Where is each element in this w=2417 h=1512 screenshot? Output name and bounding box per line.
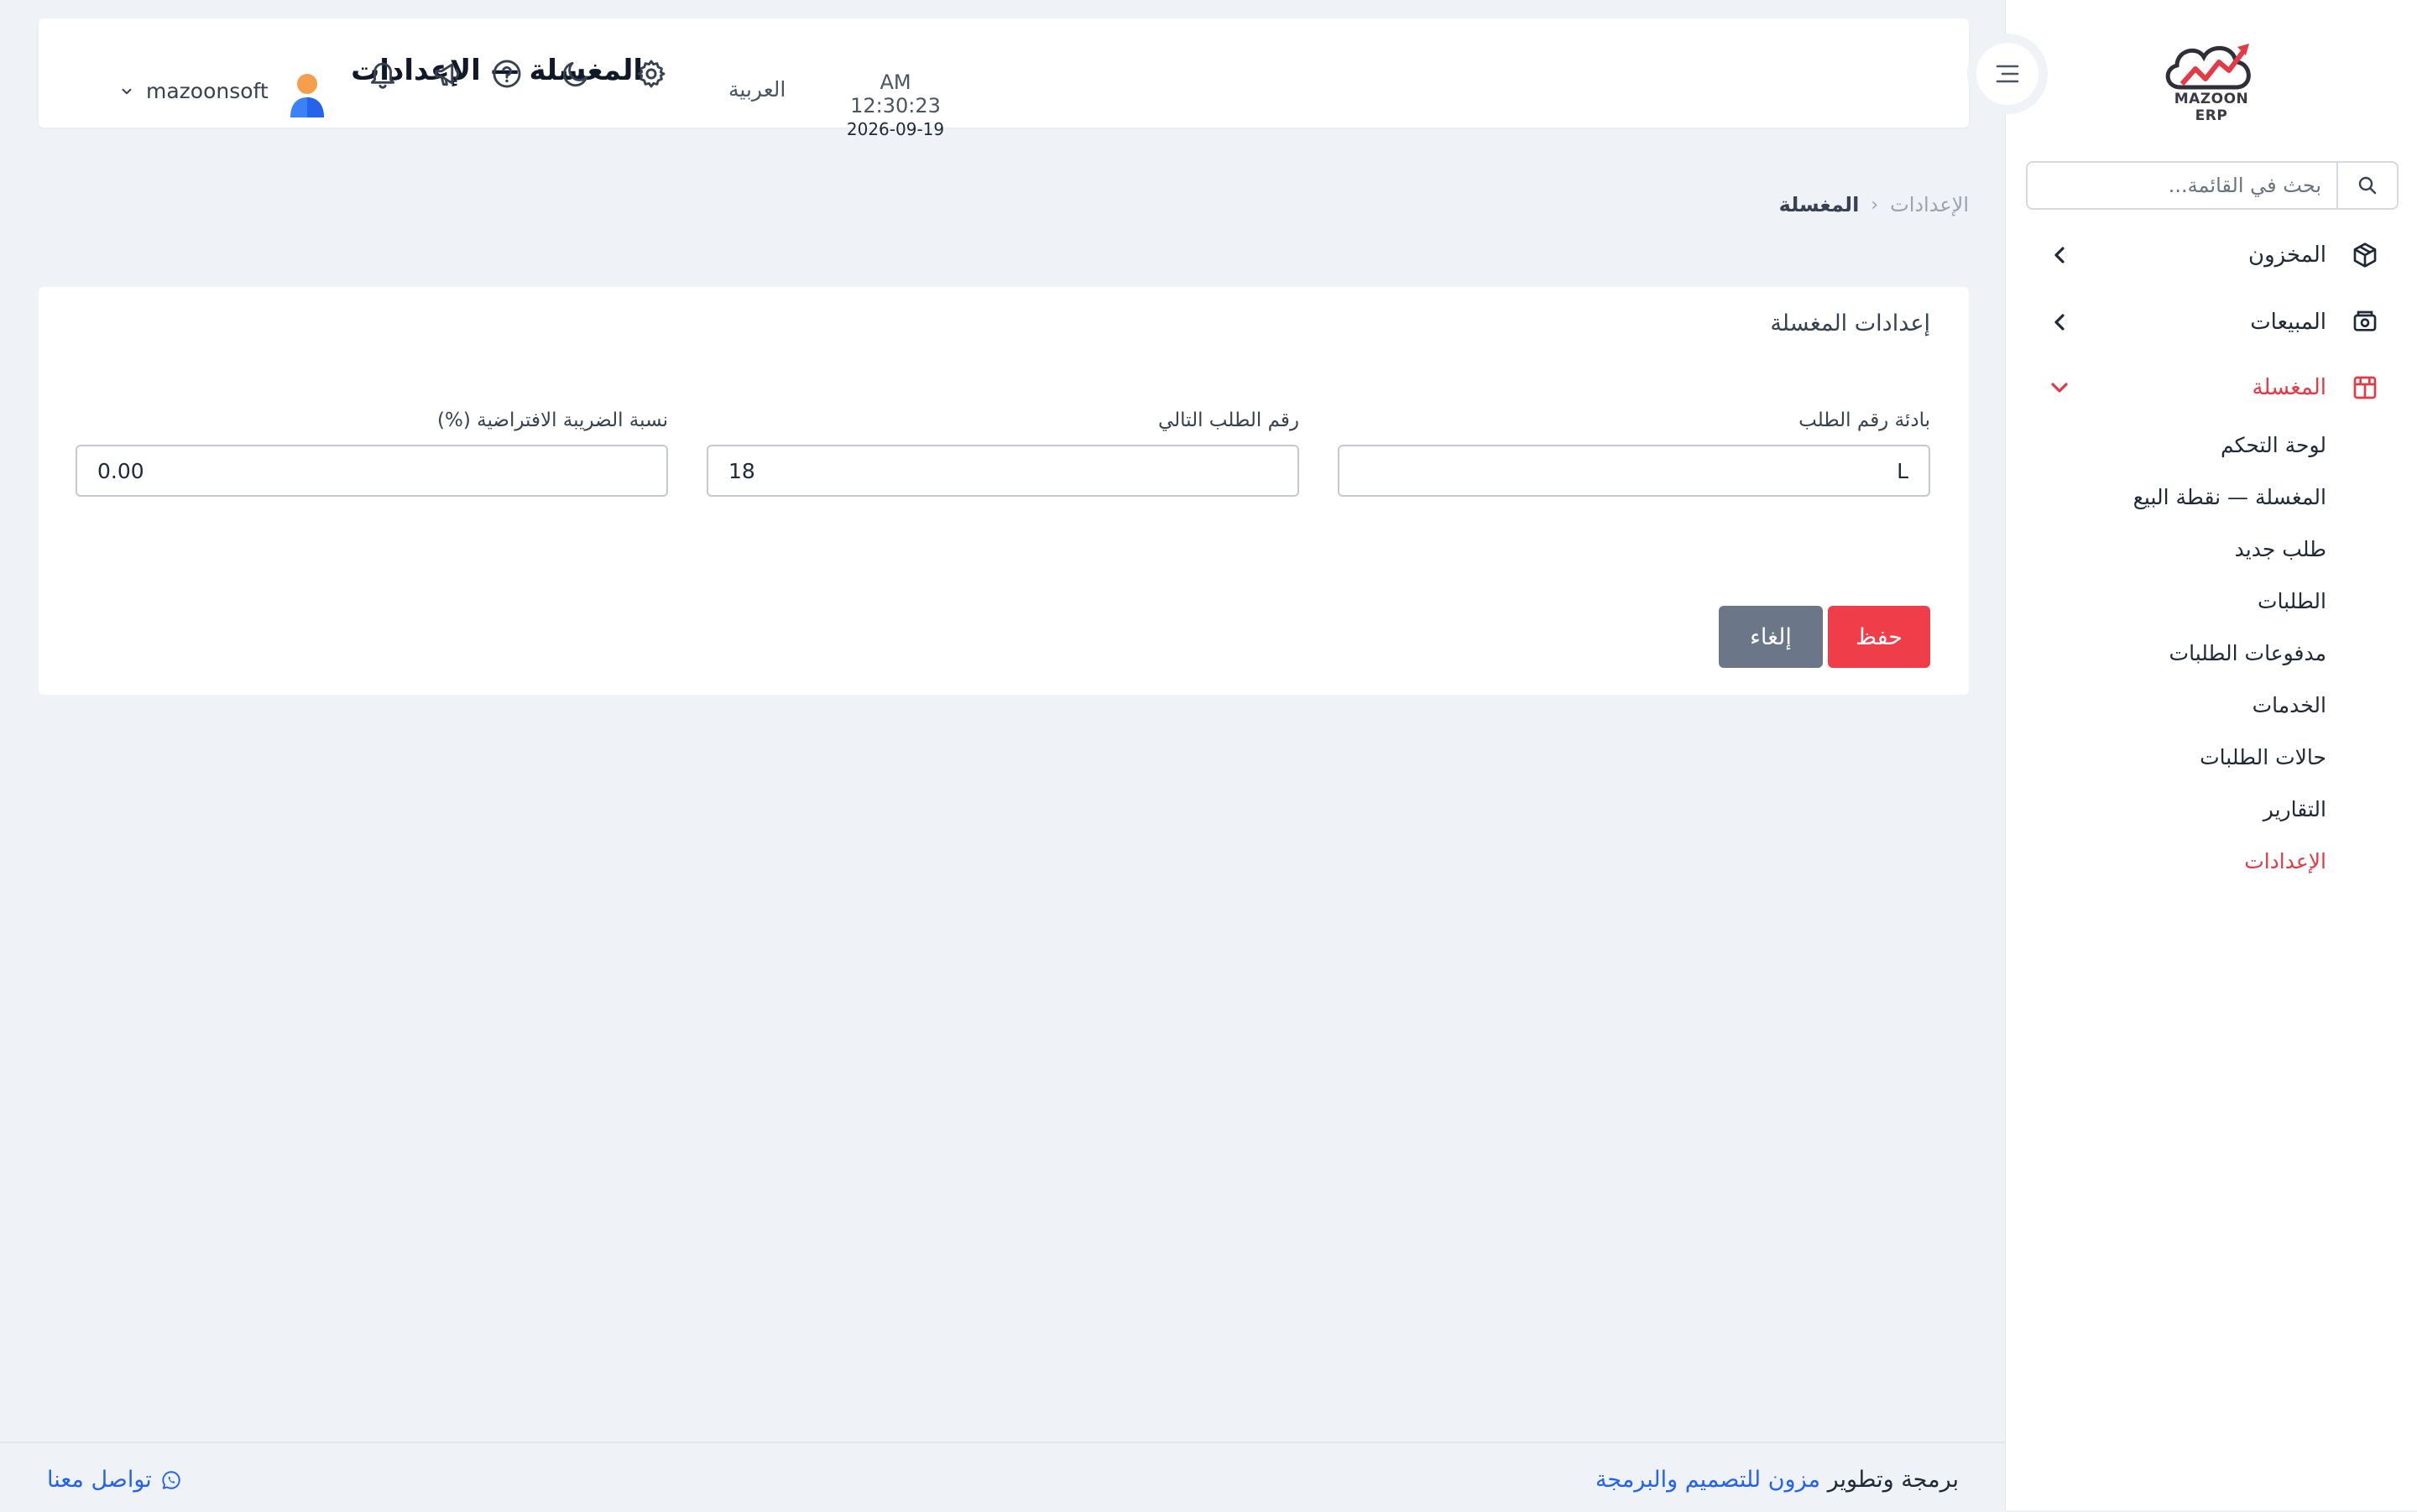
language-switcher[interactable]: العربية: [728, 77, 786, 102]
box-icon: [2348, 238, 2382, 272]
announcement-icon[interactable]: [430, 55, 467, 92]
default-tax-rate-label: نسبة الضريبة الافتراضية (%): [437, 409, 668, 431]
dark-mode-icon[interactable]: [557, 55, 594, 92]
submenu-item-order-statuses[interactable]: حالات الطلبات: [2200, 745, 2326, 769]
notification-bell-icon[interactable]: [364, 55, 401, 92]
breadcrumb-current: الإعدادات: [1890, 193, 1969, 216]
contact-us-label: تواصل معنا: [47, 1467, 152, 1493]
save-button[interactable]: حفظ: [1828, 606, 1930, 668]
hamburger-icon: [1976, 43, 2039, 105]
search-icon[interactable]: [2336, 163, 2397, 208]
top-header: المغسلة — الإعدادات AM 12:30:23 2026-09-…: [39, 18, 1969, 139]
chevron-down-icon: [2046, 374, 2073, 401]
default-tax-rate-field-group: نسبة الضريبة الافتراضية (%): [76, 409, 668, 497]
logo-text: MAZOON ERP: [2174, 91, 2249, 124]
breadcrumb-separator: ‹: [1871, 194, 1879, 216]
default-tax-rate-input[interactable]: [76, 445, 668, 497]
sidebar-item-inventory[interactable]: المخزون: [2006, 230, 2417, 280]
footer-credit: برمجة وتطوير مزون للتصميم والبرمجة: [1595, 1467, 1959, 1493]
card-title: إعدادات المغسلة: [1770, 310, 1930, 336]
order-prefix-field-group: بادئة رقم الطلب: [1338, 409, 1930, 497]
breadcrumb: المغسلة ‹ الإعدادات: [1779, 193, 1969, 216]
settings-icon[interactable]: [633, 55, 670, 92]
clock-date: 2026-09-19: [846, 119, 945, 139]
order-prefix-input[interactable]: [1338, 445, 1930, 497]
sidebar: MAZOON ERP المخزون المبيعات المغسلة: [2005, 0, 2417, 1510]
cancel-button[interactable]: إلغاء: [1719, 606, 1823, 668]
breadcrumb-root[interactable]: المغسلة: [1779, 193, 1860, 216]
submenu-item-new-order[interactable]: طلب جديد: [2235, 537, 2326, 561]
next-order-number-field-group: رقم الطلب التالي: [707, 409, 1299, 497]
submenu-item-order-payments[interactable]: مدفوعات الطلبات: [2169, 641, 2326, 665]
submenu-item-dashboard[interactable]: لوحة التحكم: [2221, 433, 2326, 457]
sidebar-item-laundry[interactable]: المغسلة: [2006, 362, 2417, 413]
order-prefix-label: بادئة رقم الطلب: [1798, 409, 1930, 431]
username[interactable]: mazoonsoft: [146, 79, 269, 103]
sidebar-item-label: المخزون: [2248, 242, 2326, 268]
laundry-icon: [2348, 371, 2382, 404]
sidebar-search: [2026, 161, 2399, 210]
whatsapp-icon: [160, 1469, 182, 1491]
footer-credit-text: برمجة وتطوير: [1827, 1467, 1959, 1493]
clock-time: AM 12:30:23: [850, 70, 941, 117]
sidebar-item-label: المبيعات: [2250, 310, 2326, 335]
cash-register-icon: [2348, 305, 2382, 339]
footer: برمجة وتطوير مزون للتصميم والبرمجة تواصل…: [0, 1442, 2006, 1512]
contact-us-link[interactable]: تواصل معنا: [47, 1467, 182, 1493]
sidebar-toggle-button[interactable]: [1967, 34, 2048, 114]
laundry-settings-card: إعدادات المغسلة بادئة رقم الطلب رقم الطل…: [39, 287, 1969, 695]
avatar[interactable]: [287, 70, 327, 117]
help-icon[interactable]: [488, 55, 525, 92]
chevron-down-icon[interactable]: [119, 84, 134, 99]
submenu-item-settings[interactable]: الإعدادات: [2244, 849, 2326, 873]
sidebar-item-label: المغسلة: [2252, 375, 2326, 400]
sidebar-item-sales[interactable]: المبيعات: [2006, 297, 2417, 347]
next-order-number-input[interactable]: [707, 445, 1299, 497]
chevron-left-icon: [2046, 242, 2073, 269]
footer-credit-link[interactable]: مزون للتصميم والبرمجة: [1595, 1467, 1820, 1493]
submenu-item-orders[interactable]: الطلبات: [2258, 589, 2326, 613]
submenu-item-pos[interactable]: المغسلة — نقطة البيع: [2133, 485, 2326, 509]
clock: AM 12:30:23 2026-09-19: [833, 70, 958, 139]
next-order-number-label: رقم الطلب التالي: [1157, 409, 1299, 431]
sidebar-search-input[interactable]: [2028, 163, 2336, 208]
submenu-item-reports[interactable]: التقارير: [2263, 797, 2326, 821]
chevron-left-icon: [2046, 309, 2073, 336]
submenu-item-services[interactable]: الخدمات: [2253, 693, 2326, 717]
